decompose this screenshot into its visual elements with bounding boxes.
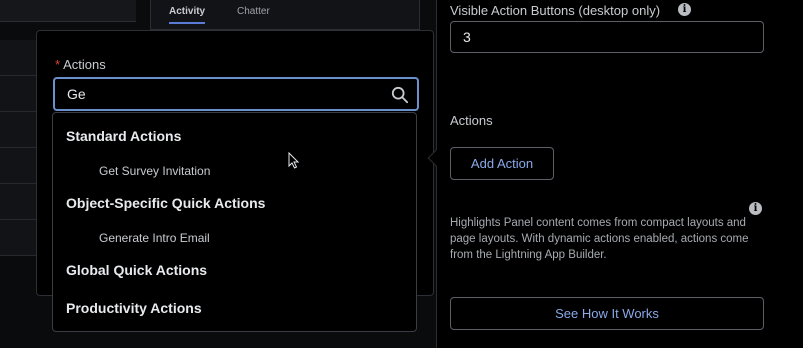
- info-icon[interactable]: i: [749, 202, 762, 215]
- add-action-button[interactable]: Add Action: [450, 147, 554, 180]
- tab-activity[interactable]: Activity: [169, 6, 206, 24]
- actions-search-input[interactable]: [67, 86, 377, 102]
- canvas-row: [0, 112, 36, 148]
- actions-field-label: * Actions: [55, 57, 106, 72]
- search-icon[interactable]: [391, 86, 409, 104]
- canvas-row: [0, 220, 36, 256]
- required-marker: *: [55, 57, 61, 72]
- actions-search-box[interactable]: [53, 77, 419, 111]
- option-get-survey-invitation[interactable]: Get Survey Invitation: [99, 164, 210, 178]
- highlights-help-text: Highlights Panel content comes from comp…: [450, 217, 749, 261]
- group-global-quick-actions: Global Quick Actions: [66, 262, 208, 278]
- actions-label-text: Actions: [63, 57, 106, 72]
- canvas-row: [0, 184, 36, 220]
- actions-dropdown: Standard Actions Get Survey Invitation O…: [52, 112, 417, 332]
- column-divider: [436, 0, 437, 348]
- canvas-header-strip: [0, 0, 136, 22]
- canvas-rows: [0, 40, 36, 290]
- group-productivity-actions: Productivity Actions: [66, 300, 202, 316]
- canvas-row: [0, 148, 36, 184]
- see-how-it-works-button[interactable]: See How It Works: [450, 297, 764, 330]
- canvas-row: [0, 76, 36, 112]
- pointer-cursor-icon: [288, 152, 300, 169]
- visible-buttons-input[interactable]: 3: [450, 21, 764, 53]
- group-standard-actions: Standard Actions: [66, 128, 182, 144]
- canvas-row: [0, 40, 36, 76]
- option-generate-intro-email[interactable]: Generate Intro Email: [99, 231, 210, 245]
- group-object-specific-quick-actions: Object-Specific Quick Actions: [66, 195, 266, 211]
- tab-chatter[interactable]: Chatter: [237, 6, 270, 17]
- activity-card: Activity Chatter: [150, 0, 420, 30]
- info-icon[interactable]: i: [678, 3, 691, 16]
- actions-section-label: Actions: [450, 113, 493, 128]
- visible-buttons-label: Visible Action Buttons (desktop only): [450, 3, 661, 18]
